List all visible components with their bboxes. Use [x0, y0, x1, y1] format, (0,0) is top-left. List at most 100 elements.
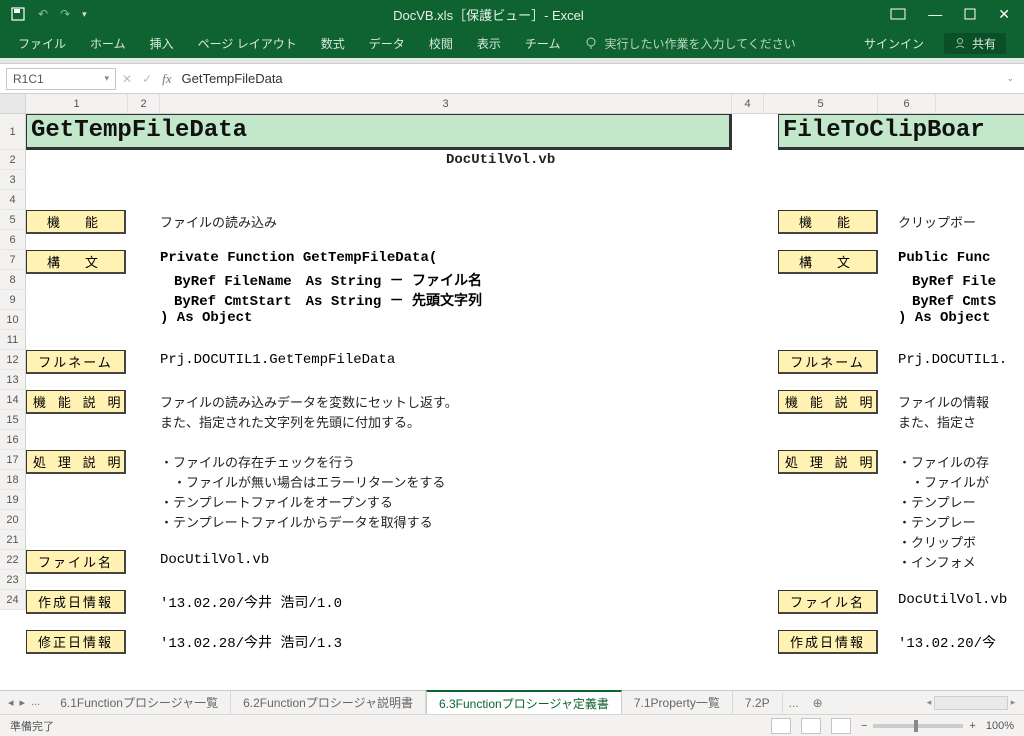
label-fname-2[interactable]: ファイル名 — [778, 590, 878, 614]
label-kobun-1[interactable]: 構 文 — [26, 250, 126, 274]
cell-shori-1c[interactable]: ・テンプレートファイルをオープンする — [160, 492, 393, 511]
row-header[interactable]: 10 — [0, 310, 26, 330]
ribbon-options-icon[interactable] — [890, 8, 906, 20]
cell-shori-2a[interactable]: ・ファイルの存 — [898, 452, 989, 471]
label-shori-1[interactable]: 処 理 説 明 — [26, 450, 126, 474]
row-header[interactable]: 5 — [0, 210, 26, 230]
cell-kobun-2b[interactable]: ByRef File — [898, 270, 996, 290]
tab-nav-prev-icon[interactable]: ▸ — [20, 696, 26, 709]
label-shori-2[interactable]: 処 理 説 明 — [778, 450, 878, 474]
cell-kobun-2a[interactable]: Public Func — [898, 250, 990, 266]
add-sheet-icon[interactable]: ⊕ — [805, 696, 831, 710]
cell-kobun-2d[interactable]: ) As Object — [898, 310, 990, 326]
cell-kobun-1b[interactable]: ByRef FileName As String － ファイル名 — [160, 270, 482, 290]
name-box[interactable]: R1C1▾ — [6, 68, 116, 90]
tellme-search[interactable]: 実行したい作業を入力してください — [584, 35, 795, 52]
cell-shori-1d[interactable]: ・テンプレートファイルからデータを取得する — [160, 512, 433, 531]
minimize-icon[interactable]: — — [928, 6, 942, 22]
row-header[interactable]: 6 — [0, 230, 26, 250]
row-header[interactable]: 15 — [0, 410, 26, 430]
chevron-down-icon[interactable]: ▾ — [104, 73, 109, 84]
tab-nav-more[interactable]: ... — [783, 696, 805, 710]
tab-nav-first-icon[interactable]: ◂ — [8, 696, 14, 709]
row-header[interactable]: 12 — [0, 350, 26, 370]
ribbon-tab-pagelayout[interactable]: ページ レイアウト — [198, 35, 297, 52]
hscroll-right-icon[interactable]: ▸ — [1008, 697, 1018, 708]
row-header[interactable]: 3 — [0, 170, 26, 190]
label-sdate-1[interactable]: 作成日情報 — [26, 590, 126, 614]
sheet-tab-0[interactable]: 6.1Functionプロシージャ一覧 — [48, 691, 231, 714]
row-header[interactable]: 22 — [0, 550, 26, 570]
sheet-tab-2[interactable]: 6.3Functionプロシージャ定義書 — [426, 690, 622, 715]
label-kobun-2[interactable]: 構 文 — [778, 250, 878, 274]
cell-kobun-1c[interactable]: ByRef CmtStart As String － 先頭文字列 — [160, 290, 482, 310]
cell-fname-2[interactable]: DocUtilVol.vb — [898, 592, 1007, 608]
row-header[interactable]: 4 — [0, 190, 26, 210]
col-header[interactable]: 6 — [878, 94, 936, 113]
label-ksetsu-2[interactable]: 機 能 説 明 — [778, 390, 878, 414]
row-header[interactable]: 13 — [0, 370, 26, 390]
zoom-out-icon[interactable]: − — [861, 720, 867, 732]
zoom-level[interactable]: 100% — [986, 720, 1014, 732]
row-header[interactable]: 7 — [0, 250, 26, 270]
view-normal-icon[interactable] — [771, 718, 791, 734]
cell-ksetsu-1b[interactable]: また、指定された文字列を先頭に付加する。 — [160, 412, 420, 431]
sheet-tab-3[interactable]: 7.1Property一覧 — [622, 691, 733, 714]
hscroll-left-icon[interactable]: ◂ — [924, 697, 934, 708]
cell-ksetsu-1a[interactable]: ファイルの読み込みデータを変数にセットし返す。 — [160, 392, 458, 411]
cell-udate-1[interactable]: '13.02.28/今井 浩司/1.3 — [160, 632, 342, 652]
row-header[interactable]: 9 — [0, 290, 26, 310]
cell-kobun-1a[interactable]: Private Function GetTempFileData( — [160, 250, 437, 266]
row-header[interactable]: 14 — [0, 390, 26, 410]
view-pagebreak-icon[interactable] — [831, 718, 851, 734]
col-header[interactable]: 2 — [128, 94, 160, 113]
cell-shori-1a[interactable]: ・ファイルの存在チェックを行う — [160, 452, 355, 471]
cell-ksetsu-2a[interactable]: ファイルの情報 — [898, 392, 989, 411]
cell-kino-1[interactable]: ファイルの読み込み — [160, 212, 277, 231]
fx-icon[interactable]: fx — [162, 71, 171, 87]
share-button[interactable]: 共有 — [944, 33, 1006, 54]
row-header[interactable]: 2 — [0, 150, 26, 170]
row-header[interactable]: 24 — [0, 590, 26, 610]
col-header[interactable]: 5 — [764, 94, 878, 113]
tab-nav-ellipsis[interactable]: ... — [31, 696, 40, 709]
ribbon-tab-formulas[interactable]: 数式 — [321, 35, 345, 52]
label-kino-2[interactable]: 機 能 — [778, 210, 878, 234]
cell-sdate-2[interactable]: '13.02.20/今 — [898, 632, 996, 652]
cell-kino-2[interactable]: クリップボー — [898, 212, 976, 231]
cell-file-under[interactable]: DocUtilVol.vb — [446, 152, 555, 168]
select-all-corner[interactable] — [0, 94, 26, 113]
label-kino-1[interactable]: 機 能 — [26, 210, 126, 234]
cell-sdate-1[interactable]: '13.02.20/今井 浩司/1.0 — [160, 592, 342, 612]
cell-kobun-1d[interactable]: ) As Object — [160, 310, 252, 326]
label-udate-1[interactable]: 修正日情報 — [26, 630, 126, 654]
cell-title-1[interactable]: GetTempFileData — [26, 114, 732, 150]
zoom-in-icon[interactable]: + — [969, 720, 975, 732]
cell-shori-2f[interactable]: ・インフォメ — [898, 552, 976, 571]
sheet-tab-4[interactable]: 7.2P — [733, 693, 783, 713]
ribbon-tab-team[interactable]: チーム — [525, 35, 561, 52]
col-header[interactable]: 4 — [732, 94, 764, 113]
zoom-slider[interactable] — [873, 724, 963, 728]
cell-fullname-2[interactable]: Prj.DOCUTIL1. — [898, 352, 1007, 368]
col-header[interactable]: 3 — [160, 94, 732, 113]
row-header[interactable]: 17 — [0, 450, 26, 470]
ribbon-tab-home[interactable]: ホーム — [90, 35, 126, 52]
label-ksetsu-1[interactable]: 機 能 説 明 — [26, 390, 126, 414]
row-header[interactable]: 1 — [0, 114, 26, 150]
cell-shori-2d[interactable]: ・テンプレー — [898, 512, 976, 531]
formula-input[interactable] — [178, 68, 1001, 90]
row-header[interactable]: 11 — [0, 330, 26, 350]
row-header[interactable]: 19 — [0, 490, 26, 510]
save-icon[interactable] — [10, 6, 26, 22]
view-pagelayout-icon[interactable] — [801, 718, 821, 734]
cell-fullname-1[interactable]: Prj.DOCUTIL1.GetTempFileData — [160, 352, 395, 368]
expand-formula-icon[interactable]: ⌄ — [1006, 73, 1018, 84]
cell-fname-1[interactable]: DocUtilVol.vb — [160, 552, 269, 568]
row-header[interactable]: 23 — [0, 570, 26, 590]
close-icon[interactable]: ✕ — [998, 6, 1010, 23]
ribbon-tab-view[interactable]: 表示 — [477, 35, 501, 52]
col-header[interactable]: 1 — [26, 94, 128, 113]
cell-kobun-2c[interactable]: ByRef CmtS — [898, 290, 996, 310]
redo-icon[interactable]: ↷ — [60, 7, 70, 21]
